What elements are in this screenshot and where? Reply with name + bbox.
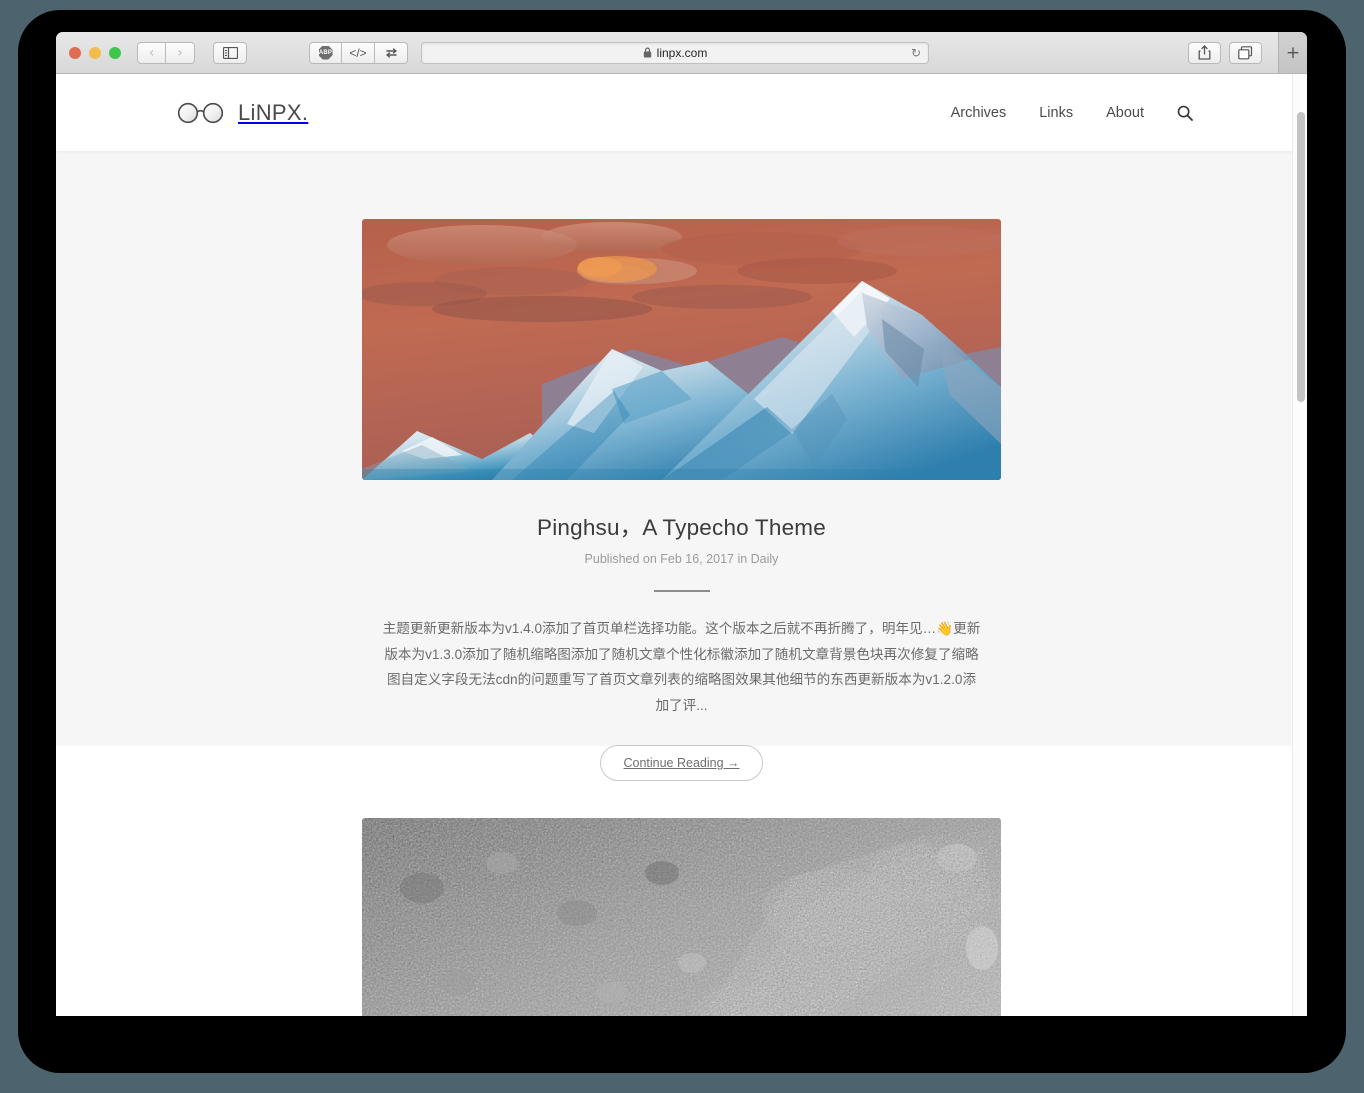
adblock-plus-button[interactable]: ABP — [309, 41, 342, 64]
minimize-window-button[interactable] — [89, 46, 101, 59]
back-button[interactable]: ‹ — [137, 41, 166, 64]
post-card — [56, 746, 1307, 1016]
nav-item-archives[interactable]: Archives — [951, 105, 1007, 121]
chevron-right-icon: › — [177, 44, 183, 61]
address-bar[interactable]: linpx.com ↻ — [421, 41, 929, 64]
post-excerpt: 主题更新更新版本为v1.4.0添加了首页单栏选择功能。这个版本之后就不再折腾了，… — [382, 621, 981, 713]
scrollbar-thumb[interactable] — [1297, 112, 1305, 402]
nav-item-about[interactable]: About — [1106, 105, 1144, 121]
search-icon — [1177, 105, 1193, 121]
share-button[interactable] — [1188, 41, 1221, 64]
sidebar-toggle-button[interactable] — [213, 41, 247, 64]
reload-button[interactable]: ↻ — [911, 46, 921, 60]
share-icon — [1198, 45, 1211, 60]
adblock-plus-icon: ABP — [318, 45, 333, 60]
new-tab-button[interactable]: + — [1278, 32, 1307, 73]
toolbar-right-actions: + — [1188, 32, 1307, 73]
url-hostname: linpx.com — [656, 45, 708, 60]
safari-browser-window: ‹ › ABP </> linpx.com ↻ + LiNPX. Archive… — [56, 32, 1307, 1016]
post-card: Pinghsu，A Typecho Theme Published on Feb… — [56, 151, 1307, 781]
tab-overview-icon — [1238, 45, 1253, 59]
chevron-left-icon: ‹ — [148, 44, 155, 61]
sync-button[interactable] — [375, 41, 408, 64]
lock-icon — [643, 47, 651, 58]
post-divider — [653, 590, 710, 592]
site-header: LiNPX. Archives Links About — [56, 74, 1307, 151]
glasses-logo-icon — [177, 102, 224, 123]
developer-tools-button[interactable]: </> — [342, 41, 375, 64]
tab-overview-button[interactable] — [1229, 41, 1262, 64]
sync-arrows-icon — [385, 47, 397, 58]
site-logo-link[interactable]: LiNPX. — [177, 100, 308, 126]
post-thumbnail-gravel[interactable] — [362, 818, 1001, 1016]
search-button[interactable] — [1177, 105, 1193, 121]
post-meta: Published on Feb 16, 2017 in Daily — [584, 552, 779, 566]
window-controls — [69, 46, 121, 59]
device-frame: ‹ › ABP </> linpx.com ↻ + LiNPX. Archive… — [0, 0, 1364, 1093]
navigation-buttons: ‹ › — [137, 41, 195, 64]
gravel-lichen-image — [362, 818, 1001, 1016]
post-title[interactable]: Pinghsu，A Typecho Theme — [56, 510, 1307, 542]
forward-button[interactable]: › — [166, 41, 195, 64]
page-viewport: LiNPX. Archives Links About Pinghsu，A Ty… — [56, 74, 1307, 1016]
maximize-window-button[interactable] — [109, 46, 121, 59]
page-scrollbar[interactable] — [1292, 74, 1307, 1016]
sidebar-icon — [222, 46, 238, 59]
code-icon: </> — [349, 45, 367, 60]
continue-reading-button[interactable]: Continue Reading → — [600, 745, 763, 781]
nav-item-links[interactable]: Links — [1039, 105, 1073, 121]
url-text: linpx.com — [643, 45, 708, 60]
close-window-button[interactable] — [69, 46, 81, 59]
extension-buttons: ABP </> — [309, 41, 408, 64]
mountain-sunset-image — [362, 219, 1001, 480]
post-thumbnail-mountain[interactable] — [362, 219, 1001, 480]
browser-toolbar: ‹ › ABP </> linpx.com ↻ + — [56, 32, 1307, 74]
site-brand-text: LiNPX. — [238, 99, 309, 125]
site-navigation: Archives Links About — [951, 105, 1193, 121]
